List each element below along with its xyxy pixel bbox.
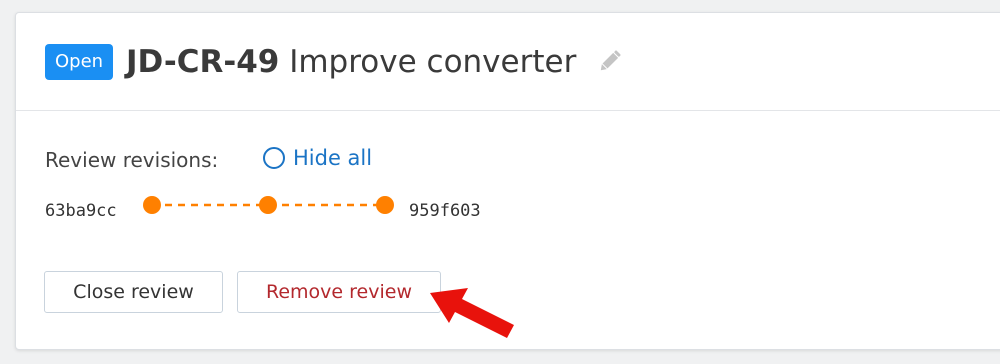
revision-node-3[interactable] bbox=[376, 196, 394, 214]
review-header: Open JD-CR-49 Improve converter bbox=[16, 13, 1000, 111]
revision-node-1[interactable] bbox=[143, 196, 161, 214]
hide-all-toggle[interactable]: Hide all bbox=[263, 146, 372, 170]
arrow-pointer-icon bbox=[430, 288, 514, 338]
radio-icon[interactable] bbox=[263, 147, 285, 169]
review-revisions-label: Review revisions: bbox=[45, 148, 219, 172]
revision-timeline bbox=[143, 196, 394, 214]
status-badge: Open bbox=[45, 44, 114, 80]
pencil-icon[interactable] bbox=[596, 45, 624, 73]
page-title: JD-CR-49 Improve converter bbox=[126, 42, 624, 82]
revision-from-hash: 63ba9cc bbox=[45, 201, 117, 221]
hide-all-label: Hide all bbox=[293, 146, 373, 170]
close-review-button[interactable]: Close review bbox=[44, 271, 223, 313]
issue-key: JD-CR-49 bbox=[126, 44, 280, 80]
revision-to-hash: 959f603 bbox=[409, 201, 481, 221]
revision-node-2[interactable] bbox=[259, 196, 277, 214]
remove-review-button[interactable]: Remove review bbox=[237, 271, 441, 313]
review-title: Improve converter bbox=[289, 44, 577, 80]
